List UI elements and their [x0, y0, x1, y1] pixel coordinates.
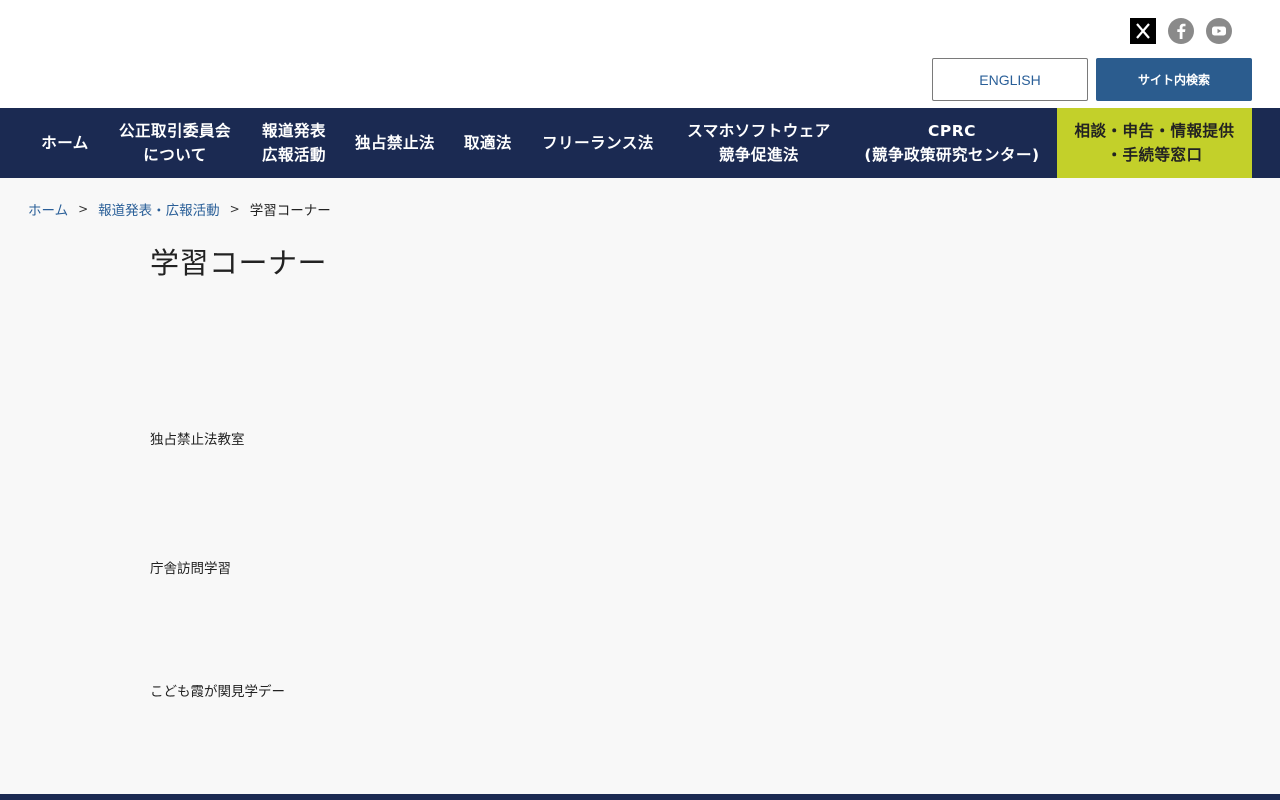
breadcrumb-separator: > [78, 202, 89, 216]
nav-item-label: 競争促進法 [718, 146, 799, 164]
nav-item-press[interactable]: 報道発表 広報活動 [250, 108, 338, 178]
page-title: 学習コーナー [150, 246, 328, 280]
nav-item-about[interactable]: 公正取引委員会 について [108, 108, 242, 178]
section-link-antimonopoly-class[interactable]: 独占禁止法教室 [150, 428, 245, 448]
footer-bar [0, 794, 1280, 800]
breadcrumb-current: 学習コーナー [249, 203, 331, 219]
nav-item-freelance[interactable]: フリーランス法 [532, 108, 664, 178]
section-link-office-visit[interactable]: 庁舎訪問学習 [150, 557, 231, 577]
nav-item-label: 取適法 [463, 134, 512, 152]
site-header: ENGLISH サイト内検索 [0, 0, 1280, 108]
breadcrumb-parent-link[interactable]: 報道発表・広報活動 [98, 199, 220, 219]
nav-item-label: スマホソフトウェア [687, 122, 831, 140]
section-link-kids-kasumigaseki[interactable]: こども霞が関見学デー [150, 680, 285, 700]
nav-item-label: 相談・申告・情報提供 [1074, 122, 1235, 140]
nav-item-consultation[interactable]: 相談・申告・情報提供 ・手続等窓口 [1057, 108, 1252, 178]
youtube-icon[interactable] [1206, 18, 1232, 44]
nav-item-antimonopoly[interactable]: 独占禁止法 [346, 108, 444, 178]
breadcrumb: ホーム > 報道発表・広報活動 > 学習コーナー [28, 199, 331, 219]
nav-item-cprc[interactable]: CPRC (競争政策研究センター) [852, 108, 1052, 178]
nav-item-label: ・手続等窓口 [1106, 146, 1203, 164]
breadcrumb-home-link[interactable]: ホーム [28, 199, 68, 219]
nav-item-label: フリーランス法 [542, 134, 654, 152]
facebook-icon[interactable] [1168, 18, 1194, 44]
english-button[interactable]: ENGLISH [932, 58, 1088, 101]
nav-item-label: (競争政策研究センター) [864, 146, 1040, 164]
nav-item-label: 独占禁止法 [354, 134, 435, 152]
site-search-button[interactable]: サイト内検索 [1096, 58, 1252, 101]
nav-item-home[interactable]: ホーム [28, 108, 102, 178]
nav-item-torite[interactable]: 取適法 [455, 108, 521, 178]
nav-item-label: について [143, 146, 207, 164]
global-nav: ホーム 公正取引委員会 について 報道発表 広報活動 独占禁止法 取適法 フリー… [0, 108, 1280, 178]
nav-item-label: 広報活動 [261, 146, 326, 164]
nav-item-label: 公正取引委員会 [118, 122, 231, 140]
nav-item-smartphone[interactable]: スマホソフトウェア 競争促進法 [674, 108, 844, 178]
nav-item-label: CPRC [927, 122, 977, 140]
nav-item-label: ホーム [41, 134, 89, 152]
x-icon[interactable] [1130, 18, 1156, 44]
breadcrumb-separator: > [229, 202, 240, 216]
nav-item-label: 報道発表 [261, 122, 326, 140]
social-links [1130, 18, 1232, 44]
